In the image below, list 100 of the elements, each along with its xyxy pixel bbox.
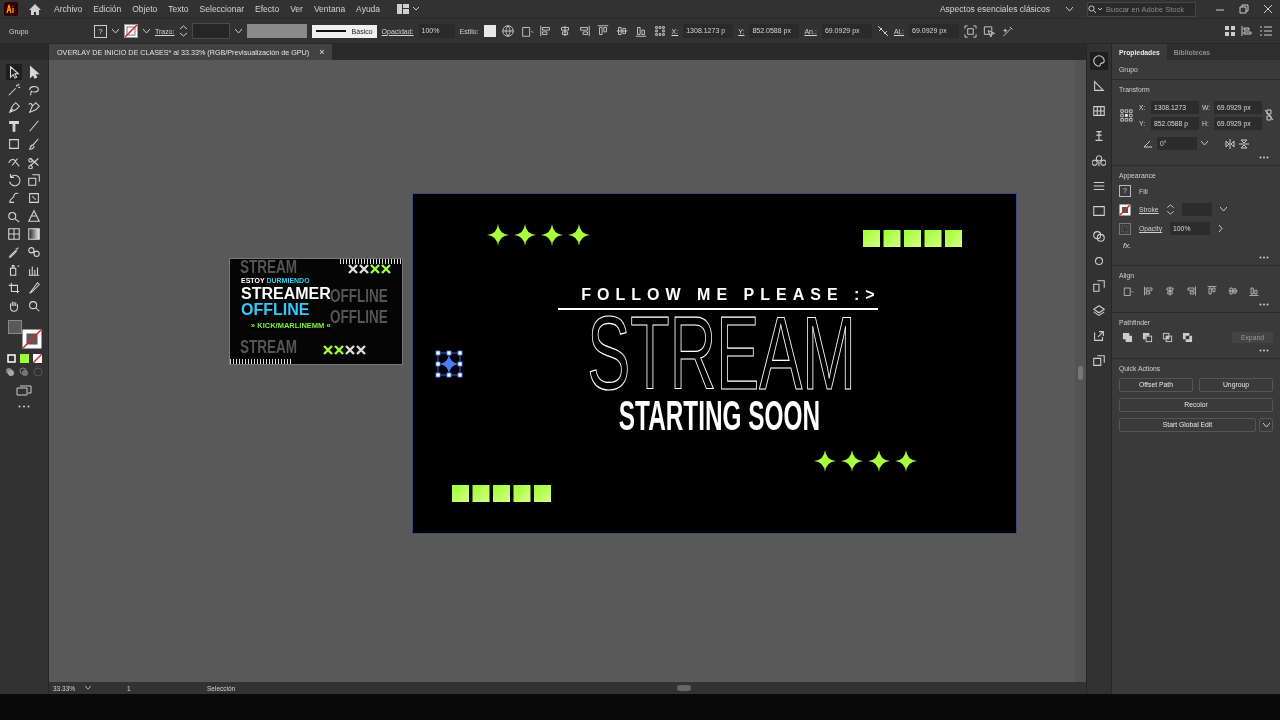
arrange-icon[interactable] bbox=[1224, 25, 1236, 37]
caret-icon[interactable] bbox=[112, 28, 119, 34]
cross-marks-drawing bbox=[323, 345, 367, 356]
color-mode-icon[interactable] bbox=[6, 354, 16, 363]
workspace-switcher[interactable]: Aspectos esenciales clásicos bbox=[939, 4, 1050, 14]
palette-icon[interactable] bbox=[1090, 52, 1108, 70]
dropdown-button[interactable] bbox=[1259, 418, 1273, 432]
chevron-right-icon[interactable] bbox=[1218, 225, 1224, 232]
zoom-icon[interactable] bbox=[26, 298, 42, 314]
menu-item[interactable]: Edición bbox=[93, 4, 122, 14]
reference-point-icon[interactable] bbox=[652, 24, 667, 38]
flip-horizontal-icon[interactable] bbox=[1225, 138, 1235, 149]
artboard-icon[interactable] bbox=[6, 280, 22, 296]
more-options-icon[interactable] bbox=[1259, 156, 1269, 159]
blend-icon[interactable] bbox=[26, 244, 42, 260]
align-middle-icon[interactable] bbox=[614, 24, 629, 38]
mesh-icon[interactable] bbox=[6, 226, 22, 242]
recolor-icon[interactable] bbox=[1001, 24, 1015, 38]
align-bottom-icon[interactable] bbox=[1248, 285, 1260, 297]
intersect-icon[interactable] bbox=[1162, 332, 1173, 343]
restore-icon[interactable] bbox=[1239, 4, 1249, 14]
scale-icon[interactable] bbox=[26, 172, 42, 188]
align-left-icon[interactable] bbox=[538, 24, 553, 38]
menu-item[interactable]: Ayuda bbox=[356, 4, 381, 14]
menu-item[interactable]: Ventana bbox=[313, 4, 346, 14]
more-options-icon[interactable] bbox=[1259, 303, 1269, 306]
caret-icon[interactable] bbox=[1201, 141, 1208, 146]
align-middle-icon[interactable] bbox=[1227, 285, 1239, 297]
pen-icon[interactable] bbox=[6, 100, 22, 116]
gradient-mode-icon[interactable] bbox=[19, 354, 29, 363]
list-menu-icon[interactable] bbox=[1260, 26, 1272, 36]
unite-icon[interactable] bbox=[1122, 332, 1133, 343]
variable-width-field[interactable] bbox=[246, 24, 307, 38]
draw-mode-icon[interactable] bbox=[5, 367, 15, 377]
line-icon[interactable] bbox=[26, 118, 42, 134]
menu-item[interactable]: Seleccionar bbox=[199, 4, 245, 14]
none-mode-icon[interactable] bbox=[32, 354, 42, 363]
align-to-icon[interactable] bbox=[519, 24, 534, 38]
menu-item[interactable]: Texto bbox=[168, 4, 189, 14]
menu-item[interactable]: Objeto bbox=[132, 4, 158, 14]
scrollbar-thumb[interactable] bbox=[1078, 366, 1083, 380]
stroke-swatch-icon[interactable] bbox=[124, 24, 138, 38]
more-options-icon[interactable] bbox=[1259, 256, 1269, 259]
caret-icon[interactable] bbox=[234, 28, 242, 34]
more-options-icon[interactable] bbox=[1259, 349, 1269, 352]
align-center-icon[interactable] bbox=[1164, 285, 1176, 297]
stroke-weight-field[interactable] bbox=[191, 23, 230, 39]
stepper-icon[interactable] bbox=[1166, 204, 1174, 215]
align-right-icon[interactable] bbox=[1185, 285, 1197, 297]
draw-behind-icon[interactable] bbox=[19, 367, 29, 377]
fill-swatch[interactable]: ? bbox=[94, 24, 107, 38]
gradient-icon[interactable] bbox=[26, 226, 42, 242]
link-icon[interactable] bbox=[1264, 109, 1274, 121]
link-icon[interactable] bbox=[876, 25, 889, 37]
cross-marks-drawing bbox=[348, 264, 392, 275]
workspace-layout-icon[interactable] bbox=[397, 4, 420, 14]
rectangle-icon[interactable] bbox=[6, 136, 22, 152]
caret-icon[interactable] bbox=[1066, 6, 1073, 12]
reference-point-icon[interactable] bbox=[1119, 108, 1133, 122]
align-top-icon[interactable] bbox=[595, 24, 610, 38]
curvature-pen-icon[interactable] bbox=[26, 100, 42, 116]
selection-arrow-icon[interactable] bbox=[6, 64, 22, 80]
effects-button[interactable]: fx. bbox=[1119, 241, 1273, 250]
fill-color-swatch[interactable] bbox=[8, 320, 22, 334]
knife-icon[interactable] bbox=[26, 280, 42, 296]
home-icon[interactable] bbox=[28, 2, 42, 16]
caret-icon[interactable] bbox=[85, 686, 91, 690]
caret-icon[interactable] bbox=[143, 28, 150, 34]
menu-item[interactable]: Efecto bbox=[255, 4, 280, 14]
distribute-icon[interactable] bbox=[1241, 25, 1255, 37]
minus-front-icon[interactable] bbox=[1142, 332, 1153, 343]
perspective-grid-icon[interactable] bbox=[26, 208, 42, 224]
align-top-icon[interactable] bbox=[1206, 285, 1218, 297]
stroke-swatch-icon[interactable] bbox=[1119, 203, 1131, 216]
free-transform-icon[interactable] bbox=[26, 190, 42, 206]
style-swatch[interactable] bbox=[483, 25, 496, 37]
menu-item[interactable]: Ver bbox=[290, 4, 303, 14]
isolate-icon[interactable] bbox=[964, 24, 977, 38]
scrollbar-thumb[interactable] bbox=[677, 685, 691, 691]
stroke-color-swatch[interactable] bbox=[22, 329, 42, 349]
app-logo-icon[interactable] bbox=[4, 2, 18, 16]
selected-sparkle-icon[interactable] bbox=[435, 350, 463, 378]
align-to-icon[interactable] bbox=[1122, 285, 1134, 297]
exclude-icon[interactable] bbox=[1182, 332, 1193, 343]
shape-icon[interactable] bbox=[1090, 277, 1108, 295]
flip-vertical-icon[interactable] bbox=[1239, 138, 1249, 149]
more-tools-icon[interactable] bbox=[18, 405, 30, 408]
menu-item[interactable]: Archivo bbox=[54, 4, 83, 14]
align-left-icon[interactable] bbox=[1143, 285, 1155, 297]
caret-icon[interactable] bbox=[1219, 207, 1227, 212]
close-icon[interactable] bbox=[1263, 4, 1273, 14]
globe-icon[interactable] bbox=[500, 24, 515, 38]
selection-menu-icon[interactable] bbox=[982, 24, 996, 38]
rotate-icon[interactable] bbox=[6, 172, 22, 188]
screen-mode-icon[interactable] bbox=[16, 385, 32, 397]
paintbrush-icon[interactable] bbox=[26, 136, 42, 152]
stepper-icon[interactable] bbox=[179, 25, 187, 37]
align-bottom-icon[interactable] bbox=[633, 24, 648, 38]
type-icon[interactable] bbox=[6, 118, 22, 134]
magic-wand-icon[interactable] bbox=[6, 82, 22, 98]
